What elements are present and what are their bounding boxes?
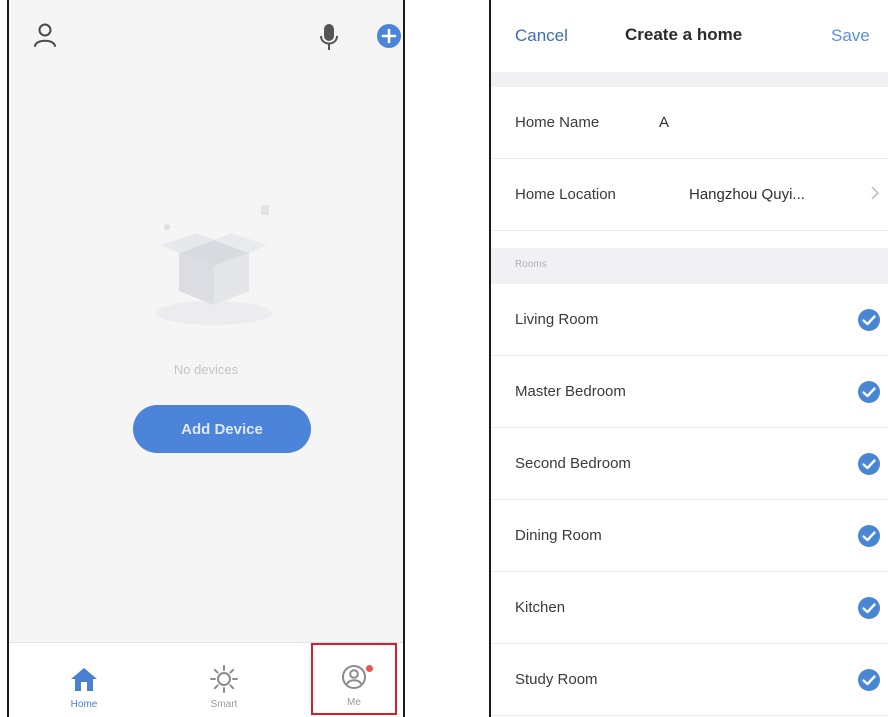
tab-home-label: Home bbox=[70, 699, 98, 710]
home-name-row[interactable]: Home Name A bbox=[491, 87, 888, 159]
notification-badge bbox=[366, 665, 373, 672]
rooms-section-header: Rooms bbox=[491, 248, 888, 284]
profile-icon bbox=[341, 663, 367, 691]
save-button[interactable]: Save bbox=[831, 26, 870, 46]
home-top-bar bbox=[9, 0, 403, 70]
page-title: Create a home bbox=[625, 25, 743, 44]
user-icon[interactable] bbox=[31, 20, 59, 50]
screenshot-page: No devices Add Device Home Smart Me Canc… bbox=[0, 0, 888, 717]
checkmark-icon[interactable] bbox=[857, 668, 881, 697]
room-row[interactable]: Dining Room bbox=[491, 500, 888, 572]
room-name: Kitchen bbox=[515, 599, 566, 616]
bottom-tab-bar: Home Smart Me bbox=[9, 642, 403, 717]
room-row[interactable]: Kitchen bbox=[491, 572, 888, 644]
rooms-header-label: Rooms bbox=[515, 259, 547, 270]
room-name: Dining Room bbox=[515, 527, 602, 544]
room-name: Living Room bbox=[515, 311, 599, 328]
room-row[interactable]: Living Room bbox=[491, 284, 888, 356]
add-circle-icon[interactable] bbox=[375, 22, 403, 50]
tab-smart-label: Smart bbox=[210, 699, 238, 710]
microphone-icon[interactable] bbox=[315, 20, 343, 54]
tab-me[interactable]: Me bbox=[311, 643, 397, 715]
empty-state-text: No devices bbox=[173, 362, 239, 377]
cancel-button[interactable]: Cancel bbox=[515, 26, 568, 46]
home-location-value: Hangzhou Quyi... bbox=[689, 186, 805, 203]
home-location-row[interactable]: Home Location Hangzhou Quyi... bbox=[491, 159, 888, 231]
room-name: Study Room bbox=[515, 671, 598, 688]
room-row[interactable]: Second Bedroom bbox=[491, 428, 888, 500]
home-location-label: Home Location bbox=[515, 186, 616, 203]
tab-smart[interactable]: Smart bbox=[179, 643, 269, 717]
room-name: Master Bedroom bbox=[515, 383, 626, 400]
checkmark-icon[interactable] bbox=[857, 308, 881, 337]
home-name-input[interactable]: A bbox=[659, 114, 669, 131]
tab-me-label: Me bbox=[347, 697, 361, 708]
empty-box-illustration bbox=[139, 195, 289, 335]
room-name: Second Bedroom bbox=[515, 455, 631, 472]
section-divider bbox=[491, 72, 888, 87]
home-name-label: Home Name bbox=[515, 114, 600, 131]
checkmark-icon[interactable] bbox=[857, 452, 881, 481]
checkmark-icon[interactable] bbox=[857, 524, 881, 553]
home-screen: No devices Add Device Home Smart Me bbox=[7, 0, 405, 717]
checkmark-icon[interactable] bbox=[857, 380, 881, 409]
room-row[interactable]: Master Bedroom bbox=[491, 356, 888, 428]
chevron-right-icon bbox=[871, 186, 880, 205]
create-home-nav-bar: Cancel Create a home Save bbox=[491, 0, 888, 72]
add-device-button[interactable]: Add Device bbox=[133, 405, 311, 453]
create-home-screen: Cancel Create a home Save Home Name A Ho… bbox=[489, 0, 888, 717]
home-icon bbox=[70, 665, 98, 693]
sun-icon bbox=[209, 665, 239, 693]
room-row[interactable]: Study Room bbox=[491, 644, 888, 716]
tab-home[interactable]: Home bbox=[39, 643, 129, 717]
checkmark-icon[interactable] bbox=[857, 596, 881, 625]
